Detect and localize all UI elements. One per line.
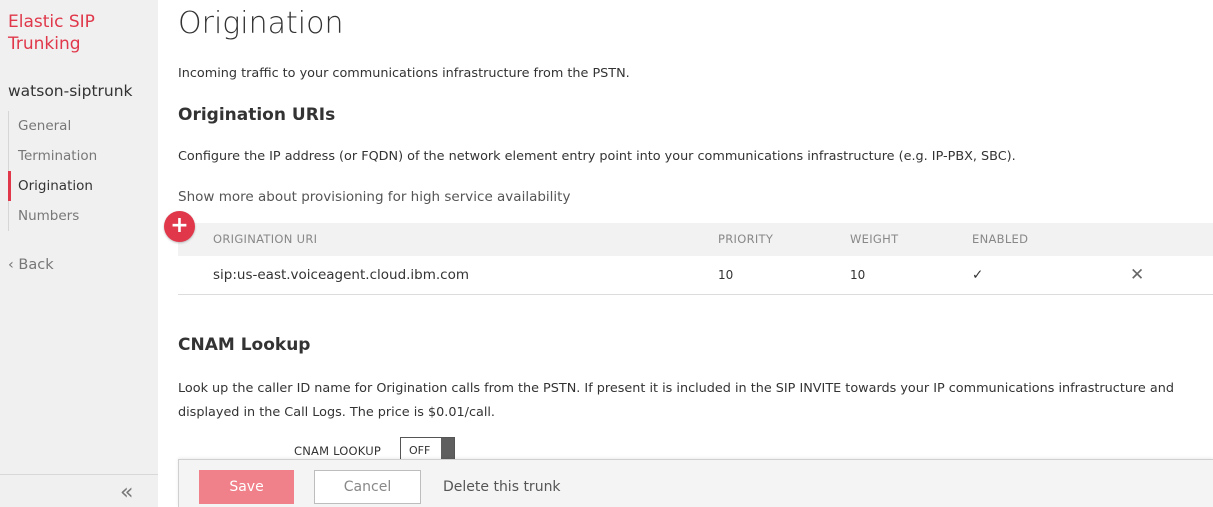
sidebar-nav: General Termination Origination Numbers — [8, 111, 158, 231]
column-header-weight: WEIGHT — [850, 232, 899, 246]
origination-uris-description: Configure the IP address (or FQDN) of th… — [178, 149, 1016, 164]
weight-value: 10 — [850, 268, 866, 282]
table-row[interactable]: sip:us-east.voiceagent.cloud.ibm.com 10 … — [178, 256, 1213, 295]
page-intro: Incoming traffic to your communications … — [178, 66, 630, 81]
back-label: Back — [18, 257, 54, 273]
toggle-state-label: OFF — [409, 444, 431, 457]
column-header-uri: ORIGINATION URI — [213, 232, 318, 246]
back-link[interactable]: ‹ Back — [8, 257, 54, 273]
origination-uri-table: ORIGINATION URI PRIORITY WEIGHT ENABLED … — [178, 223, 1213, 295]
save-button[interactable]: Save — [199, 470, 294, 504]
add-uri-button[interactable]: + — [164, 211, 195, 242]
collapse-sidebar-icon[interactable]: « — [120, 482, 133, 504]
sidebar-item-numbers[interactable]: Numbers — [9, 201, 158, 231]
sidebar-item-general[interactable]: General — [9, 111, 158, 141]
origination-uris-title: Origination URIs — [178, 105, 336, 125]
cancel-button[interactable]: Cancel — [314, 470, 421, 504]
action-footer: Save Cancel Delete this trunk — [178, 459, 1213, 507]
plus-icon: + — [170, 213, 189, 238]
show-more-link[interactable]: Show more about provisioning for high se… — [178, 189, 570, 205]
sidebar: Elastic SIP Trunking watson-siptrunk Gen… — [0, 0, 158, 507]
sidebar-item-termination[interactable]: Termination — [9, 141, 158, 171]
sidebar-divider — [0, 474, 158, 475]
app-title[interactable]: Elastic SIP Trunking — [8, 11, 148, 55]
column-header-priority: PRIORITY — [718, 232, 774, 246]
trunk-name: watson-siptrunk — [8, 82, 133, 100]
delete-trunk-link[interactable]: Delete this trunk — [443, 470, 561, 504]
page-title: Origination — [178, 6, 344, 41]
cnam-lookup-description: Look up the caller ID name for Originati… — [178, 381, 1174, 420]
origination-uri-value: sip:us-east.voiceagent.cloud.ibm.com — [213, 267, 470, 283]
sidebar-item-origination[interactable]: Origination — [8, 171, 158, 201]
column-header-enabled: ENABLED — [972, 232, 1029, 246]
cnam-lookup-label: CNAM LOOKUP — [294, 444, 381, 458]
table-header: ORIGINATION URI PRIORITY WEIGHT ENABLED — [178, 223, 1213, 256]
enabled-check-icon: ✓ — [972, 267, 984, 283]
delete-row-icon[interactable]: ✕ — [1130, 256, 1144, 295]
priority-value: 10 — [718, 268, 734, 282]
cnam-lookup-title: CNAM Lookup — [178, 335, 311, 355]
chevron-left-icon: ‹ — [8, 257, 14, 273]
